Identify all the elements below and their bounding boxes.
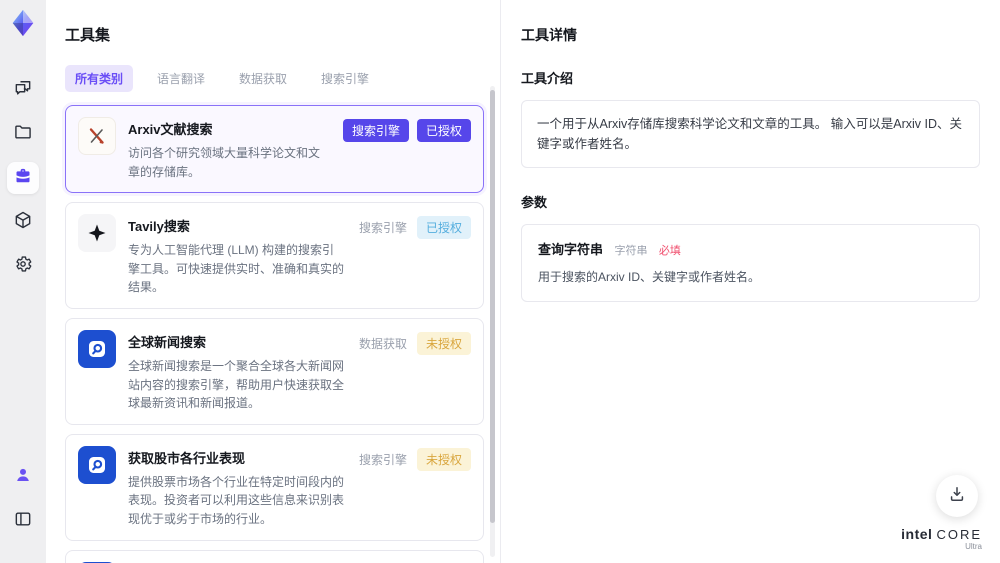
tool-list-panel: 工具集 所有类别 语言翻译 数据获取 搜索引擎 Arxiv文献搜索 访问各个研究…	[46, 0, 501, 563]
sidebar-item-models[interactable]	[7, 206, 39, 238]
tab-language-translation[interactable]: 语言翻译	[147, 65, 215, 92]
param-name: 查询字符串	[538, 242, 604, 257]
tool-card-global-news[interactable]: 全球新闻搜索 全球新闻搜索是一个聚合全球各大新闻网站内容的搜索引擎，帮助用户快速…	[65, 317, 484, 425]
user-icon	[13, 465, 33, 490]
tool-detail-panel: 工具详情 工具介绍 一个用于从Arxiv存储库搜索科学论文和文章的工具。 输入可…	[501, 0, 1000, 563]
chat-icon	[13, 78, 33, 103]
tool-card-active-stocks[interactable]: 获取市场最活跃股票信息 提供当天交易量最高的股票列表。投资者可以利用这些信息来识…	[65, 549, 484, 563]
tab-all-categories[interactable]: 所有类别	[65, 65, 134, 92]
tool-name: 全球新闻搜索	[128, 334, 207, 350]
sidebar-item-panel-toggle[interactable]	[7, 505, 39, 537]
arxiv-icon	[78, 117, 116, 155]
scrollbar-thumb[interactable]	[490, 90, 495, 524]
app-logo[interactable]	[8, 8, 38, 38]
intro-box: 一个用于从Arxiv存储库搜索科学论文和文章的工具。 输入可以是Arxiv ID…	[521, 100, 980, 168]
detail-title: 工具详情	[521, 27, 577, 43]
panel-layout-icon	[13, 509, 33, 534]
tab-search-engine[interactable]: 搜索引擎	[311, 65, 379, 92]
sidebar-item-chat[interactable]	[7, 74, 39, 106]
param-type: 字符串	[614, 245, 648, 257]
download-button[interactable]	[936, 475, 978, 517]
gear-icon	[13, 254, 33, 279]
sidebar-item-settings[interactable]	[7, 250, 39, 282]
category-badge: 搜索引擎	[342, 119, 409, 142]
category-badge: 搜索引擎	[358, 221, 407, 236]
news-search-icon	[78, 329, 116, 368]
sidebar-item-toolbox[interactable]	[7, 162, 39, 194]
auth-status-badge: 已授权	[416, 216, 471, 240]
param-description: 用于搜索的Arxiv ID、关键字或作者姓名。	[538, 270, 761, 284]
sparkle-icon	[78, 214, 116, 253]
tool-card-stock-sectors[interactable]: 获取股市各行业表现 提供股票市场各个行业在特定时间段内的表现。投资者可以利用这些…	[65, 433, 484, 541]
brand-ultra: Ultra	[965, 542, 982, 551]
tool-description: 全球新闻搜索是一个聚合全球各大新闻网站内容的搜索引擎，帮助用户快速获取全球最新资…	[128, 358, 345, 411]
category-badge: 搜索引擎	[358, 452, 407, 467]
brand-core: CORE	[936, 527, 982, 542]
tool-description: 专为人工智能代理 (LLM) 构建的搜索引擎工具。可快速提供实时、准确和真实的结…	[128, 243, 345, 295]
param-required-badge: 必填	[658, 245, 681, 257]
list-scrollbar	[490, 86, 495, 557]
category-tabs: 所有类别 语言翻译 数据获取 搜索引擎	[65, 65, 472, 92]
icon-rail	[0, 0, 46, 563]
tool-card-arxiv[interactable]: Arxiv文献搜索 访问各个研究领域大量科学论文和文章的存储库。 搜索引擎 已授…	[65, 105, 484, 194]
download-icon	[947, 484, 967, 509]
tab-data-fetch[interactable]: 数据获取	[229, 65, 297, 92]
tool-description: 提供股票市场各个行业在特定时间段内的表现。投资者可以利用这些信息来识别表现优于或…	[128, 474, 345, 526]
param-box: 查询字符串 字符串 必填 用于搜索的Arxiv ID、关键字或作者姓名。	[521, 224, 980, 302]
tool-card-list: Arxiv文献搜索 访问各个研究领域大量科学论文和文章的存储库。 搜索引擎 已授…	[65, 105, 484, 563]
auth-status-badge: 已授权	[416, 119, 471, 142]
sidebar-item-files[interactable]	[7, 118, 39, 150]
brand-intel: intel	[901, 526, 933, 542]
page-title: 工具集	[65, 27, 111, 44]
tool-name: Tavily搜索	[128, 219, 190, 235]
params-heading: 参数	[521, 195, 548, 210]
sidebar-item-user[interactable]	[7, 461, 39, 493]
cube-icon	[13, 210, 33, 235]
tool-description: 访问各个研究领域大量科学论文和文章的存储库。	[128, 146, 321, 179]
tool-name: 获取股市各行业表现	[128, 450, 246, 466]
auth-status-badge: 未授权	[416, 447, 471, 471]
auth-status-badge: 未授权	[416, 331, 471, 355]
intel-core-logo: intel CORE Ultra	[901, 527, 982, 551]
toolbox-icon	[13, 166, 33, 191]
intro-heading: 工具介绍	[521, 71, 574, 86]
stock-search-icon	[78, 445, 116, 484]
category-badge: 数据获取	[358, 336, 407, 351]
intro-text: 一个用于从Arxiv存储库搜索科学论文和文章的工具。 输入可以是Arxiv ID…	[537, 117, 963, 151]
folder-icon	[13, 122, 33, 147]
tool-name: Arxiv文献搜索	[128, 122, 213, 137]
tool-card-tavily[interactable]: Tavily搜索 专为人工智能代理 (LLM) 构建的搜索引擎工具。可快速提供实…	[65, 202, 484, 309]
